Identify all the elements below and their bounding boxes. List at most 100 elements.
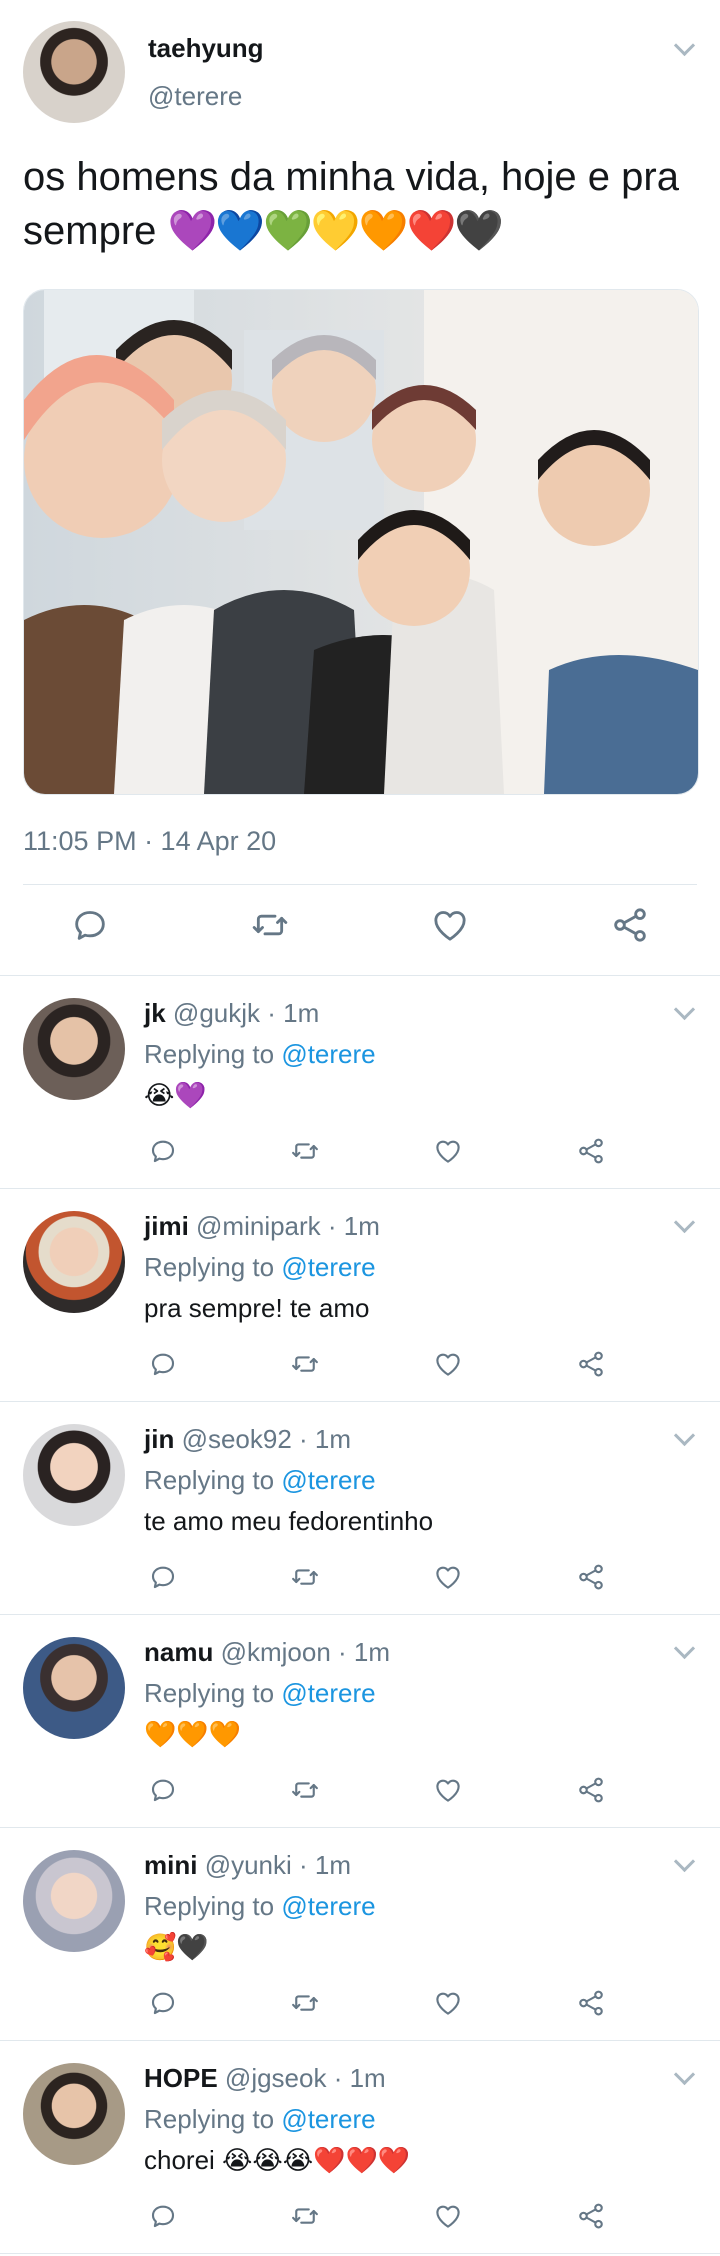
chevron-down-icon[interactable] [673,2063,696,2086]
reply-actions [0,1988,720,2028]
reply-header: jk @gukjk · 1m [144,998,319,1029]
reply-author-name[interactable]: HOPE [144,2063,218,2093]
share-icon[interactable] [576,1349,606,1379]
tweet-timestamp[interactable]: 11:05 PM · 14 Apr 20 [23,826,276,857]
avatar[interactable] [23,1424,125,1526]
reply-icon[interactable] [148,1775,178,1805]
retweet-icon[interactable] [290,2201,320,2231]
reply-header: HOPE @jgseok · 1m [144,2063,386,2094]
reply-meta: @seok92 · 1m [181,1424,352,1454]
author-name[interactable]: taehyung [148,33,264,64]
retweet-icon[interactable] [290,1136,320,1166]
group-photo-icon [24,290,698,794]
retweet-icon[interactable] [290,1562,320,1592]
chevron-down-icon[interactable] [673,1637,696,1660]
mention-link[interactable]: @terere [281,1891,375,1921]
like-icon[interactable] [433,1988,463,2018]
reply-text: 😭💜 [144,1080,207,1110]
reply-author-name[interactable]: namu [144,1637,213,1667]
chevron-down-icon[interactable] [673,34,696,57]
reply-header: jin @seok92 · 1m [144,1424,351,1455]
reply-text: 🧡🧡🧡 [144,1719,242,1749]
tweet-emojis: 💜💙💚💛🧡❤️🖤 [167,209,505,253]
reply-actions [0,1349,720,1389]
reply-meta: @kmjoon · 1m [220,1637,391,1667]
reply-meta: @gukjk · 1m [172,998,320,1028]
divider [23,884,697,885]
replying-label: Replying to [144,2104,275,2134]
retweet-icon[interactable] [290,1775,320,1805]
avatar[interactable] [23,998,125,1100]
avatar[interactable] [23,2063,125,2165]
reply-icon[interactable] [70,905,110,945]
reply-author-name[interactable]: jin [144,1424,174,1454]
tweet-text: os homens da minha vida, hoje e pra semp… [23,150,693,258]
reply-icon[interactable] [148,1988,178,2018]
like-icon[interactable] [433,2201,463,2231]
replying-to: Replying to @terere [144,1891,376,1922]
reply-item[interactable]: namu @kmjoon · 1m Replying to @terere 🧡🧡… [0,1615,720,1828]
share-icon[interactable] [576,1988,606,2018]
retweet-icon[interactable] [290,1349,320,1379]
reply-author-name[interactable]: jimi [144,1211,189,1241]
share-icon[interactable] [576,1136,606,1166]
reply-header: namu @kmjoon · 1m [144,1637,390,1668]
like-icon[interactable] [430,905,470,945]
like-icon[interactable] [433,1775,463,1805]
avatar[interactable] [23,21,125,123]
reply-author-name[interactable]: mini [144,1850,197,1880]
replying-to: Replying to @terere [144,1465,376,1496]
replying-label: Replying to [144,1465,275,1495]
replying-label: Replying to [144,1039,275,1069]
reply-icon[interactable] [148,1562,178,1592]
reply-item[interactable]: mini @yunki · 1m Replying to @terere 🥰🖤 [0,1828,720,2041]
reply-item[interactable]: jk @gukjk · 1m Replying to @terere 😭💜 [0,976,720,1189]
mention-link[interactable]: @terere [281,1678,375,1708]
reply-meta: @minipark · 1m [196,1211,380,1241]
like-icon[interactable] [433,1562,463,1592]
avatar[interactable] [23,1211,125,1313]
reply-actions [0,1775,720,1815]
chevron-down-icon[interactable] [673,1850,696,1873]
reply-icon[interactable] [148,1349,178,1379]
reply-text: chorei 😭😭😭❤️❤️❤️ [144,2145,411,2175]
avatar[interactable] [23,1850,125,1952]
chevron-down-icon[interactable] [673,1424,696,1447]
replying-label: Replying to [144,1891,275,1921]
share-icon[interactable] [576,1562,606,1592]
reply-actions [0,1136,720,1176]
reply-header: jimi @minipark · 1m [144,1211,380,1242]
replying-to: Replying to @terere [144,1252,376,1283]
chevron-down-icon[interactable] [673,998,696,1021]
like-icon[interactable] [433,1349,463,1379]
reply-header: mini @yunki · 1m [144,1850,351,1881]
mention-link[interactable]: @terere [281,1039,375,1069]
author-handle[interactable]: @terere [148,81,242,112]
reply-actions [0,1562,720,1602]
reply-text: te amo meu fedorentinho [144,1506,434,1536]
reply-item[interactable]: jin @seok92 · 1m Replying to @terere te … [0,1402,720,1615]
mention-link[interactable]: @terere [281,1465,375,1495]
share-icon[interactable] [576,2201,606,2231]
share-icon[interactable] [576,1775,606,1805]
mention-link[interactable]: @terere [281,1252,375,1282]
reply-icon[interactable] [148,1136,178,1166]
avatar[interactable] [23,1637,125,1739]
reply-actions [0,2201,720,2241]
reply-meta: @yunki · 1m [204,1850,352,1880]
reply-author-name[interactable]: jk [144,998,166,1028]
replying-label: Replying to [144,1252,275,1282]
reply-icon[interactable] [148,2201,178,2231]
retweet-icon[interactable] [290,1988,320,2018]
tweet-photo[interactable] [23,289,699,795]
chevron-down-icon[interactable] [673,1211,696,1234]
mention-link[interactable]: @terere [281,2104,375,2134]
reply-text: pra sempre! te amo [144,1293,370,1323]
retweet-icon[interactable] [250,905,290,945]
share-icon[interactable] [610,905,650,945]
tweet-actions [0,900,720,950]
reply-meta: @jgseok · 1m [224,2063,386,2093]
reply-item[interactable]: HOPE @jgseok · 1m Replying to @terere ch… [0,2041,720,2254]
reply-item[interactable]: jimi @minipark · 1m Replying to @terere … [0,1189,720,1402]
like-icon[interactable] [433,1136,463,1166]
